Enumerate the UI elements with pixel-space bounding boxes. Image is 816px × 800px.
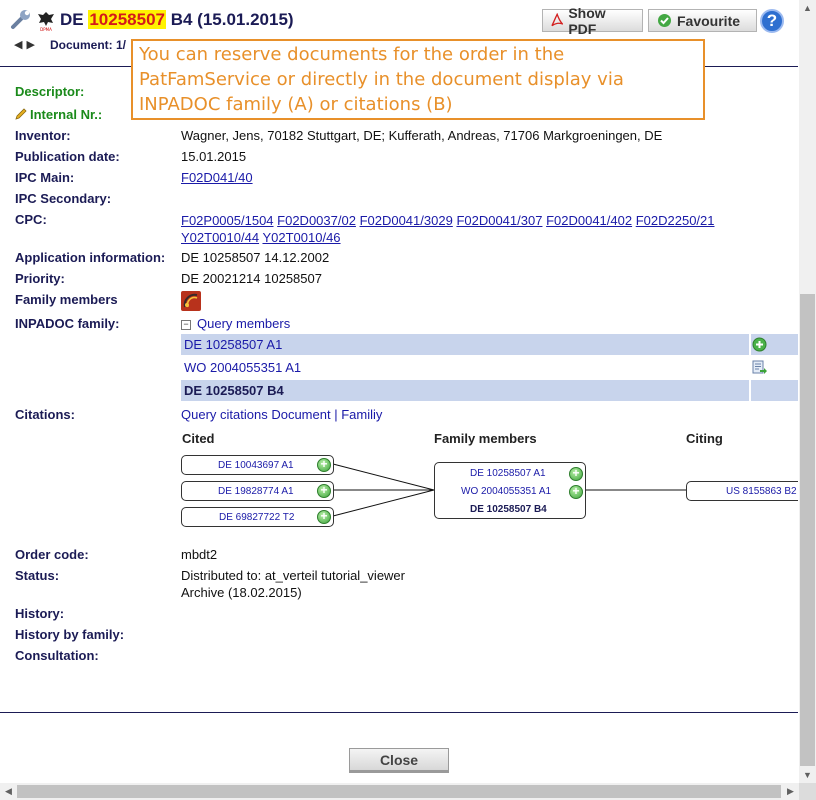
cited-doc-label: DE 10043697 A1 <box>218 459 294 471</box>
consultation-label: Consultation: <box>15 648 99 663</box>
cited-doc-box[interactable]: DE 19828774 A1 + <box>181 481 334 501</box>
history-label: History: <box>15 606 65 621</box>
vertical-scroll-thumb[interactable] <box>800 294 815 766</box>
status-distribution: Distributed to: at_verteil tutorial_view… <box>181 568 405 583</box>
family-doc-label[interactable]: DE 10258507 A1 <box>470 468 546 479</box>
tutorial-callout: You can reserve documents for the order … <box>131 39 705 120</box>
status-label: Status: <box>15 568 60 583</box>
add-icon[interactable]: + <box>569 485 583 499</box>
scrollbar-corner <box>799 783 816 800</box>
scroll-down-icon[interactable]: ▼ <box>799 770 816 780</box>
citing-doc-clip: US 8155863 B2 <box>686 481 798 501</box>
add-icon[interactable]: + <box>569 467 583 481</box>
scroll-left-icon[interactable]: ◀ <box>0 786 17 797</box>
cited-doc-box[interactable]: DE 69827722 T2 + <box>181 507 334 527</box>
horizontal-scroll-thumb[interactable] <box>17 785 781 798</box>
scroll-right-icon[interactable]: ▶ <box>782 786 799 797</box>
close-button[interactable]: Close <box>349 748 449 773</box>
add-icon[interactable]: + <box>317 458 331 472</box>
family-doc-current: DE 10258507 B4 <box>470 504 547 515</box>
citing-doc-label: US 8155863 B2 <box>726 485 797 497</box>
order-code-label: Order code: <box>15 547 89 562</box>
order-code-value: mbdt2 <box>181 547 218 562</box>
family-doc-label[interactable]: WO 2004055351 A1 <box>461 486 551 497</box>
cited-doc-label: DE 69827722 T2 <box>219 511 295 523</box>
citing-doc-box[interactable]: US 8155863 B2 <box>686 481 798 501</box>
add-icon[interactable]: + <box>317 510 331 524</box>
footer-divider <box>0 712 798 713</box>
cited-doc-box[interactable]: DE 10043697 A1 + <box>181 455 334 475</box>
add-icon[interactable]: + <box>317 484 331 498</box>
close-label: Close <box>379 751 419 768</box>
scroll-up-icon[interactable]: ▲ <box>799 3 816 13</box>
cited-doc-label: DE 19828774 A1 <box>218 485 294 497</box>
status-archive: Archive (18.02.2015) <box>181 585 302 600</box>
history-by-family-label: History by family: <box>15 627 125 642</box>
family-members-box: DE 10258507 A1 + WO 2004055351 A1 + DE 1… <box>434 462 586 519</box>
